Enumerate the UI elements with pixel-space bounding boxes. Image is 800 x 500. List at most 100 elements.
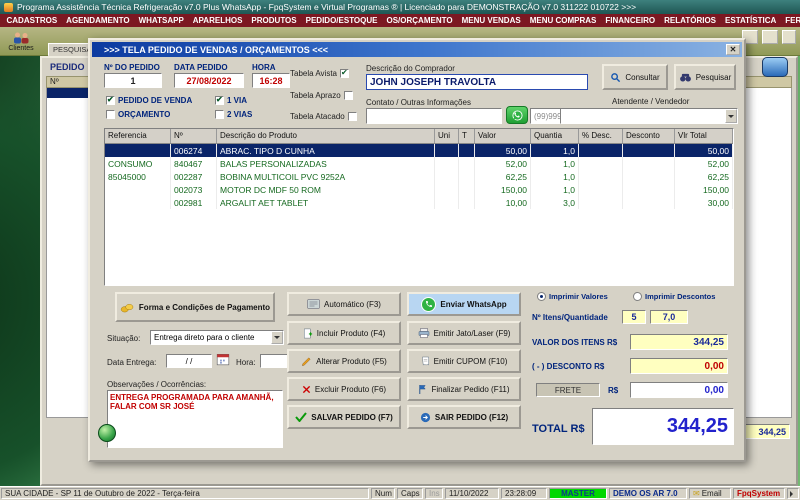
data-entrega-field[interactable]: / / — [166, 354, 212, 368]
buyer-label: Descrição do Comprador — [366, 64, 455, 73]
menu-item[interactable]: PRODUTOS — [247, 16, 301, 25]
app-icon — [4, 2, 13, 12]
emitir-cupom-button[interactable]: Emitir CUPOM (F10) — [407, 349, 521, 373]
statusbar-time: 23:28:09 — [501, 488, 547, 499]
toolbar-icon[interactable] — [782, 30, 796, 44]
cell-valor: 10,00 — [475, 196, 531, 209]
close-icon[interactable]: ✕ — [726, 44, 740, 55]
table-row[interactable]: 006274 ABRAC. TIPO D CUNHA 50,00 1,0 50,… — [105, 144, 733, 157]
cell-quantia: 1,0 — [531, 170, 579, 183]
window-titlebar[interactable]: Programa Assistência Técnica Refrigeraçã… — [0, 0, 800, 14]
menu-item[interactable]: APARELHOS — [188, 16, 247, 25]
via2-checkbox[interactable]: 2 VIAS — [215, 110, 252, 119]
alterar-label: Alterar Produto (F5) — [316, 356, 387, 366]
tabela-avista-checkbox[interactable]: Tabela Avista — [290, 68, 349, 78]
excluir-produto-button[interactable]: Excluir Produto (F6) — [287, 377, 401, 401]
menu-item[interactable]: OS/ORÇAMENTO — [382, 16, 457, 25]
buyer-input[interactable] — [366, 74, 588, 90]
consultar-button[interactable]: Consultar — [602, 64, 668, 90]
tabela-aprazo-checkbox[interactable]: Tabela Aprazo — [290, 91, 353, 100]
statusbar-demo: DEMO OS AR 7.0 — [609, 488, 687, 499]
table-row[interactable]: 002073 MOTOR DC MDF 50 ROM 150,00 1,0 15… — [105, 183, 733, 196]
sair-pedido-button[interactable]: SAIR PEDIDO (F12) — [407, 405, 521, 429]
enviar-whatsapp-button[interactable]: Enviar WhatsApp — [407, 292, 521, 316]
menu-item[interactable]: MENU VENDAS — [457, 16, 525, 25]
alterar-produto-button[interactable]: Alterar Produto (F5) — [287, 349, 401, 373]
statusbar-arrows[interactable] — [787, 488, 799, 499]
cell-numero: 002287 — [171, 170, 217, 183]
background-grid-col-no: Nº — [47, 77, 92, 87]
menu-item[interactable]: MENU COMPRAS — [525, 16, 601, 25]
pesquisar-button[interactable]: Pesquisar — [674, 64, 736, 90]
cell-descricao: BOBINA MULTICOIL PVC 9252A — [217, 170, 435, 183]
valor-itens-label: VALOR DOS ITENS R$ — [532, 338, 618, 347]
whatsapp-dial-button[interactable] — [506, 106, 528, 124]
orcamento-checkbox[interactable]: ORÇAMENTO — [106, 110, 170, 119]
menu-item[interactable]: ESTATÍSTICA — [721, 16, 781, 25]
background-grid-selected-row[interactable] — [47, 88, 93, 98]
salvar-pedido-button[interactable]: SALVAR PEDIDO (F7) — [287, 405, 401, 429]
col-header: Vlr Total — [675, 129, 733, 143]
whatsapp-icon — [421, 296, 437, 312]
menu-item[interactable]: CADASTROS — [2, 16, 62, 25]
whatsapp-icon — [511, 109, 523, 121]
finalizar-pedido-button[interactable]: Finalizar Pedido (F11) — [407, 377, 521, 401]
obs-textarea[interactable]: ENTREGA PROGRAMADA PARA AMANHÃ, FALAR CO… — [107, 390, 283, 448]
atendente-select[interactable] — [560, 108, 738, 124]
order-time-field[interactable]: 16:28 — [252, 73, 290, 88]
order-date-field[interactable]: 27/08/2022 — [174, 73, 244, 88]
calendar-icon[interactable] — [216, 352, 230, 366]
toolbar-icon[interactable] — [762, 30, 778, 44]
menu-item[interactable]: AGENDAMENTO — [62, 16, 134, 25]
products-table[interactable]: Referencia Nº Descrição do Produto Uni T… — [104, 128, 734, 286]
col-header: T — [459, 129, 475, 143]
cell-descricao: MOTOR DC MDF 50 ROM — [217, 183, 435, 196]
menu-item[interactable]: WHATSAPP — [134, 16, 188, 25]
chevron-down-icon[interactable] — [271, 331, 283, 344]
pedido-vendas-dialog: >>> TELA PEDIDO DE VENDAS / ORÇAMENTOS <… — [88, 38, 746, 462]
statusbar-num: Num — [371, 488, 395, 499]
imprimir-descontos-radio[interactable]: Imprimir Descontos — [633, 292, 715, 301]
side-panel-button[interactable] — [762, 57, 788, 77]
pesquisar-label: Pesquisar — [695, 72, 732, 82]
chevron-down-icon[interactable] — [725, 109, 737, 123]
cell-valor: 150,00 — [475, 183, 531, 196]
pedido-venda-checkbox[interactable]: PEDIDO DE VENDA — [106, 95, 192, 105]
cell-t — [459, 170, 475, 183]
incluir-produto-button[interactable]: Incluir Produto (F4) — [287, 321, 401, 345]
order-no-field[interactable]: 1 — [104, 73, 162, 88]
pagamento-button[interactable]: Forma e Condições de Pagamento — [115, 292, 275, 322]
via1-checkbox[interactable]: 1 VIA — [215, 95, 247, 105]
situacao-select[interactable]: Entrega direto para o cliente — [150, 330, 284, 345]
binoculars-icon — [679, 73, 691, 82]
tabela-atacado-checkbox[interactable]: Tabela Atacado — [290, 112, 357, 121]
cell-quantia: 3,0 — [531, 196, 579, 209]
contact-input[interactable] — [366, 108, 502, 124]
pencil-icon — [302, 357, 311, 366]
order-time-label: HORA — [252, 63, 276, 72]
round-green-button[interactable] — [98, 424, 116, 442]
obs-label: Observações / Ocorrências: — [107, 380, 207, 389]
table-row[interactable]: 002981 ARGALIT AET TABLET 10,00 3,0 30,0… — [105, 196, 733, 209]
cell-quantia: 1,0 — [531, 183, 579, 196]
menu-item[interactable]: PEDIDO/ESTOQUE — [301, 16, 382, 25]
order-date-label: DATA PEDIDO — [174, 63, 228, 72]
cell-uni — [435, 170, 459, 183]
frete-rs-label: R$ — [608, 386, 619, 395]
emitir-jato-label: Emitir Jato/Laser (F9) — [433, 328, 511, 338]
cell-desconto — [623, 157, 675, 170]
clientes-button[interactable]: Clientes — [2, 28, 40, 54]
automatico-button[interactable]: Automático (F3) — [287, 292, 401, 316]
dialog-titlebar[interactable]: >>> TELA PEDIDO DE VENDAS / ORÇAMENTOS <… — [92, 42, 742, 57]
menu-item[interactable]: RELATÓRIOS — [660, 16, 721, 25]
cell-numero: 840467 — [171, 157, 217, 170]
emitir-jato-button[interactable]: Emitir Jato/Laser (F9) — [407, 321, 521, 345]
table-row[interactable]: CONSUMO 840467 BALAS PERSONALIZADAS 52,0… — [105, 157, 733, 170]
statusbar-email-button[interactable]: Email — [689, 488, 731, 499]
menu-item[interactable]: FERRAMENTAS — [781, 16, 800, 25]
excluir-label: Excluir Produto (F6) — [314, 384, 387, 394]
imprimir-valores-radio[interactable]: Imprimir Valores — [537, 292, 608, 301]
table-row[interactable]: 85045000 002287 BOBINA MULTICOIL PVC 925… — [105, 170, 733, 183]
menu-item[interactable]: FINANCEIRO — [601, 16, 660, 25]
frete-field[interactable]: 0,00 — [630, 382, 728, 398]
